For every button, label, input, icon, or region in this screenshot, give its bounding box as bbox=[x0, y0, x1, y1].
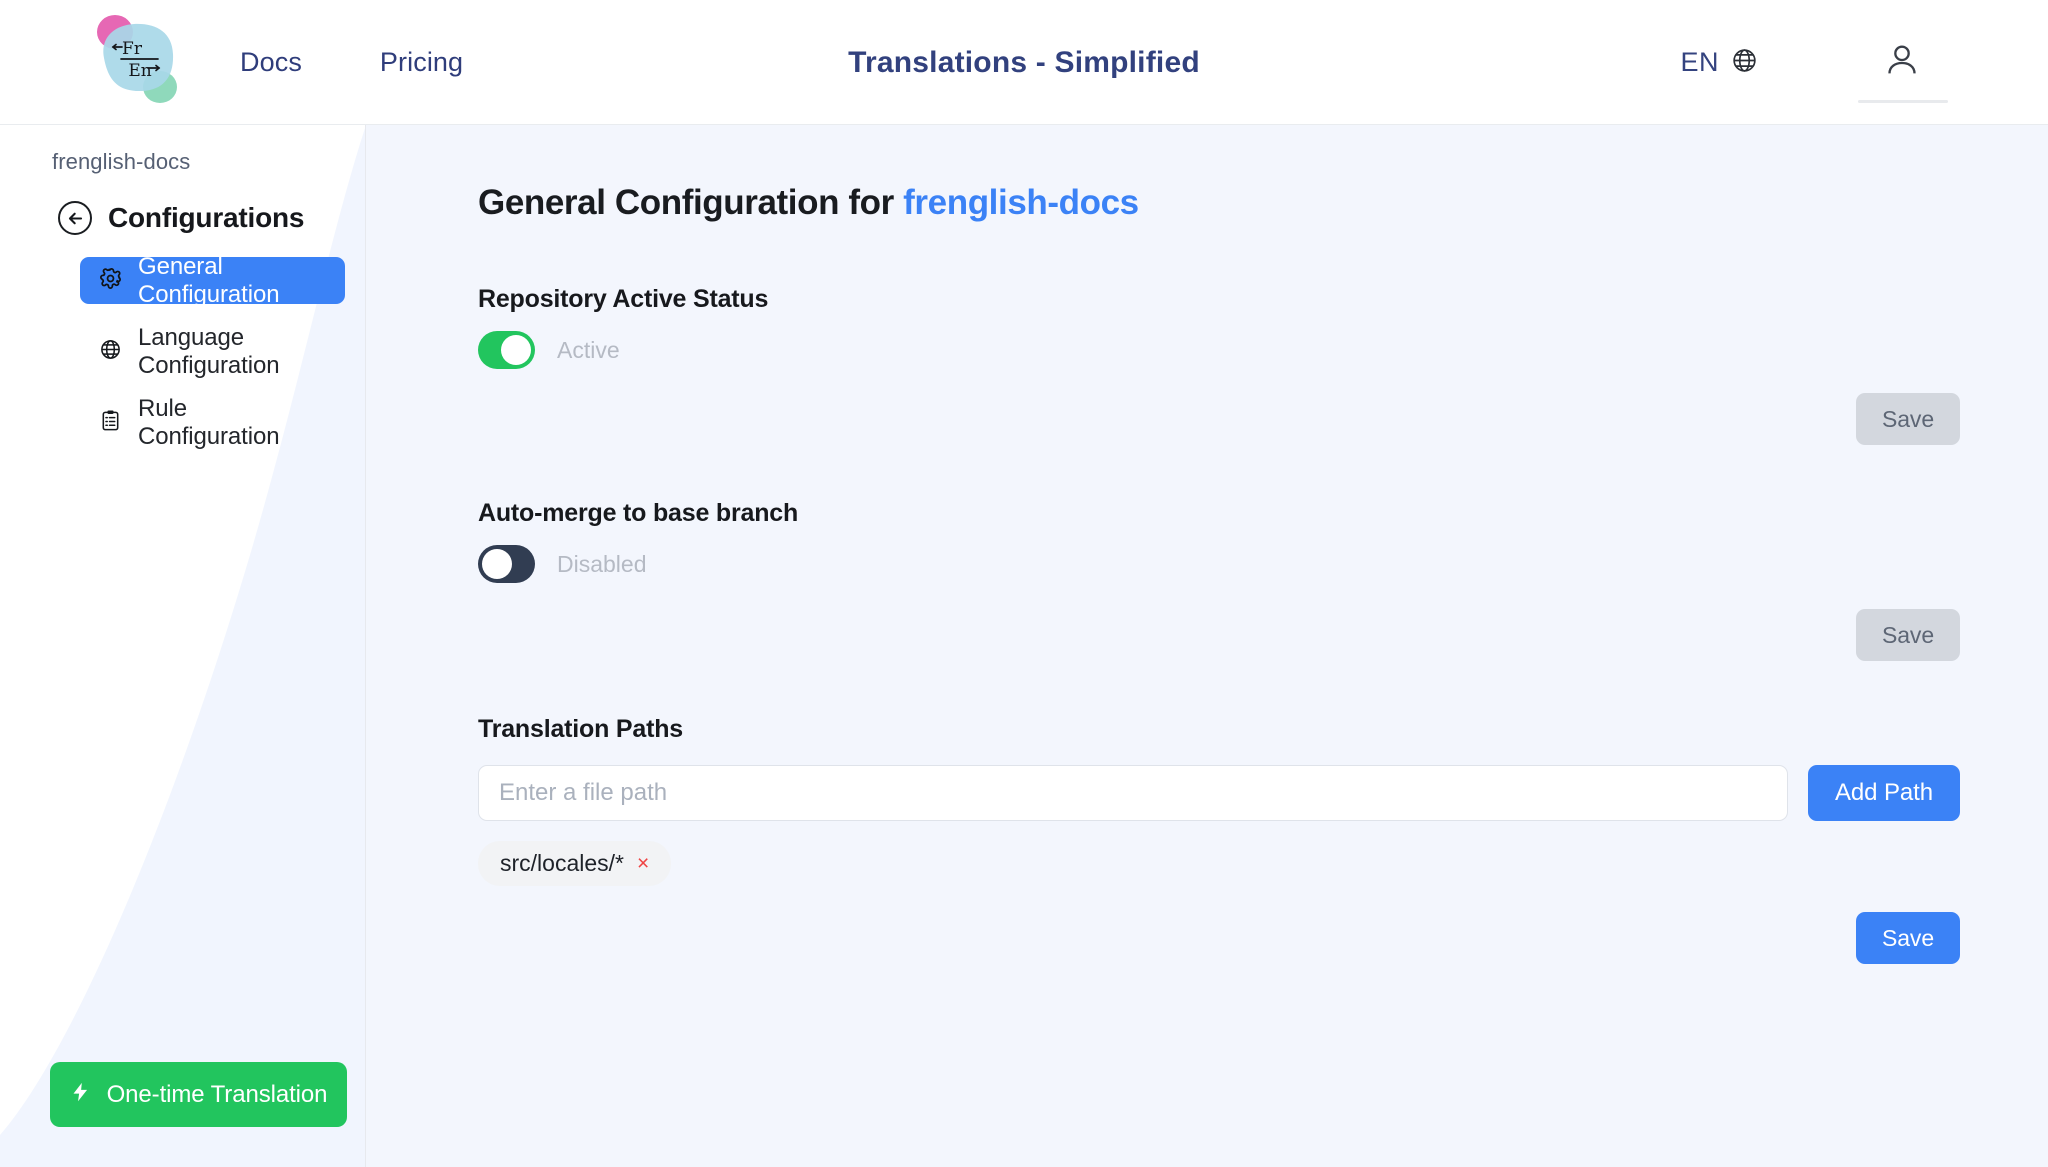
sidebar-item-label: General Configuration bbox=[138, 252, 280, 308]
auto-merge-label: Auto-merge to base branch bbox=[478, 499, 799, 527]
nav-link-pricing[interactable]: Pricing bbox=[380, 47, 463, 78]
save-button-auto-merge[interactable]: Save bbox=[1856, 609, 1960, 661]
top-navigation-bar: Fr En Docs Pricing Translations - Simpli… bbox=[0, 0, 2048, 125]
sidebar: frenglish-docs Configurations General Co… bbox=[0, 125, 366, 1167]
gear-icon bbox=[98, 267, 122, 294]
user-account-icon bbox=[1882, 40, 1922, 85]
repository-status-label: Repository Active Status bbox=[478, 285, 769, 313]
page-title-repo: frenglish-docs bbox=[903, 183, 1139, 222]
auto-merge-toggle[interactable] bbox=[478, 545, 535, 583]
primary-nav-links: Docs Pricing bbox=[240, 0, 463, 125]
top-nav-right-group: EN bbox=[1680, 0, 2048, 125]
repository-status-toggle[interactable] bbox=[478, 331, 535, 369]
translation-paths-save-row: Save bbox=[406, 912, 1976, 964]
logo-target-lang: En bbox=[128, 61, 151, 81]
configurations-header: Configurations bbox=[58, 201, 365, 235]
breadcrumb[interactable]: frenglish-docs bbox=[52, 149, 365, 175]
page-title: General Configuration for frenglish-docs bbox=[478, 183, 1976, 223]
toggle-knob bbox=[501, 335, 531, 365]
sidebar-footer: One-time Translation bbox=[0, 1062, 365, 1167]
section-auto-merge: Auto-merge to base branch Disabled bbox=[478, 499, 1976, 583]
sidebar-item-language-configuration[interactable]: Language Configuration bbox=[80, 324, 345, 379]
translation-path-tag: src/locales/* × bbox=[478, 841, 672, 886]
sidebar-item-label: Language Configuration bbox=[138, 323, 280, 379]
language-code-label: EN bbox=[1680, 47, 1719, 77]
lightning-bolt-icon bbox=[70, 1079, 91, 1110]
toggle-knob bbox=[482, 549, 512, 579]
translation-paths-label: Translation Paths bbox=[478, 715, 683, 743]
logo-source-lang: Fr bbox=[122, 39, 143, 59]
sidebar-item-label: Rule Configuration bbox=[138, 394, 280, 450]
section-translation-paths: Translation Paths Add Path src/locales/*… bbox=[478, 715, 1976, 886]
translation-paths-input-row: Add Path bbox=[478, 765, 1976, 821]
save-button-translation-paths[interactable]: Save bbox=[1856, 912, 1960, 964]
auto-merge-toggle-row: Disabled bbox=[478, 545, 1976, 583]
app-root: Fr En Docs Pricing Translations - Simpli… bbox=[0, 0, 2048, 1167]
one-time-translation-label: One-time Translation bbox=[106, 1080, 328, 1108]
add-path-button[interactable]: Add Path bbox=[1808, 765, 1960, 821]
save-button-repository-status[interactable]: Save bbox=[1856, 393, 1960, 445]
close-icon[interactable]: × bbox=[637, 853, 649, 874]
page-title-prefix: General Configuration for bbox=[478, 183, 904, 222]
auto-merge-state-label: Disabled bbox=[557, 550, 647, 577]
translation-path-tag-label: src/locales/* bbox=[500, 850, 624, 876]
repository-status-save-row: Save bbox=[406, 393, 1976, 445]
one-time-translation-button[interactable]: One-time Translation bbox=[50, 1062, 347, 1127]
file-path-input[interactable] bbox=[478, 765, 1788, 821]
globe-icon bbox=[1731, 47, 1758, 79]
account-button[interactable] bbox=[1844, 0, 1960, 125]
section-repository-active-status: Repository Active Status Active bbox=[478, 285, 1976, 369]
sidebar-item-general-configuration[interactable]: General Configuration bbox=[80, 253, 345, 308]
sidebar-item-rule-configuration[interactable]: Rule Configuration bbox=[80, 395, 345, 450]
configuration-nav-list: General Configuration Language Configura… bbox=[80, 253, 345, 450]
back-arrow-icon[interactable] bbox=[58, 201, 92, 235]
repository-status-state-label: Active bbox=[557, 336, 620, 363]
language-switcher[interactable]: EN bbox=[1680, 47, 1758, 79]
auto-merge-save-row: Save bbox=[406, 609, 1976, 661]
main-content: General Configuration for frenglish-docs… bbox=[366, 125, 2048, 1167]
configurations-title: Configurations bbox=[108, 202, 305, 233]
translation-path-tag-list: src/locales/* × bbox=[478, 841, 1976, 886]
nav-link-docs[interactable]: Docs bbox=[240, 47, 302, 78]
globe-icon bbox=[98, 338, 122, 365]
repository-status-toggle-row: Active bbox=[478, 331, 1976, 369]
clipboard-list-icon bbox=[98, 409, 122, 436]
page-body: frenglish-docs Configurations General Co… bbox=[0, 125, 2048, 1167]
account-underline bbox=[1858, 100, 1948, 103]
frenglish-logo-icon[interactable]: Fr En bbox=[88, 14, 184, 106]
